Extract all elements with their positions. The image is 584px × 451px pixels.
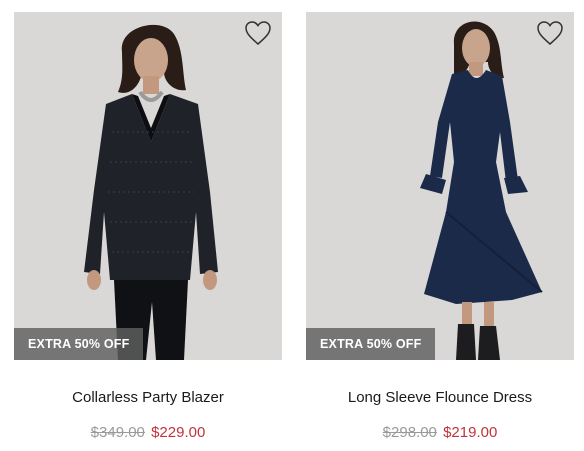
product-card[interactable]: EXTRA 50% OFF Collarless Party Blazer $3… [14, 0, 282, 441]
wishlist-heart-icon[interactable] [536, 20, 564, 46]
product-name[interactable]: Collarless Party Blazer [14, 389, 282, 406]
sale-price: $229.00 [151, 424, 206, 441]
price-row: $349.00 $229.00 [14, 424, 282, 441]
discount-badge: EXTRA 50% OFF [306, 328, 436, 360]
product-name[interactable]: Long Sleeve Flounce Dress [306, 389, 574, 406]
sale-price: $219.00 [443, 424, 498, 441]
price-row: $298.00 $219.00 [306, 424, 574, 441]
model-blazer-photo [84, 24, 218, 360]
wishlist-heart-icon[interactable] [244, 20, 272, 46]
original-price: $298.00 [382, 424, 437, 441]
product-image[interactable]: EXTRA 50% OFF [14, 12, 282, 360]
product-card[interactable]: EXTRA 50% OFF Long Sleeve Flounce Dress … [306, 0, 574, 441]
product-grid: EXTRA 50% OFF Collarless Party Blazer $3… [0, 0, 584, 451]
model-dress-photo [420, 21, 543, 360]
discount-badge: EXTRA 50% OFF [14, 328, 144, 360]
original-price: $349.00 [90, 424, 145, 441]
product-image[interactable]: EXTRA 50% OFF [306, 12, 574, 360]
